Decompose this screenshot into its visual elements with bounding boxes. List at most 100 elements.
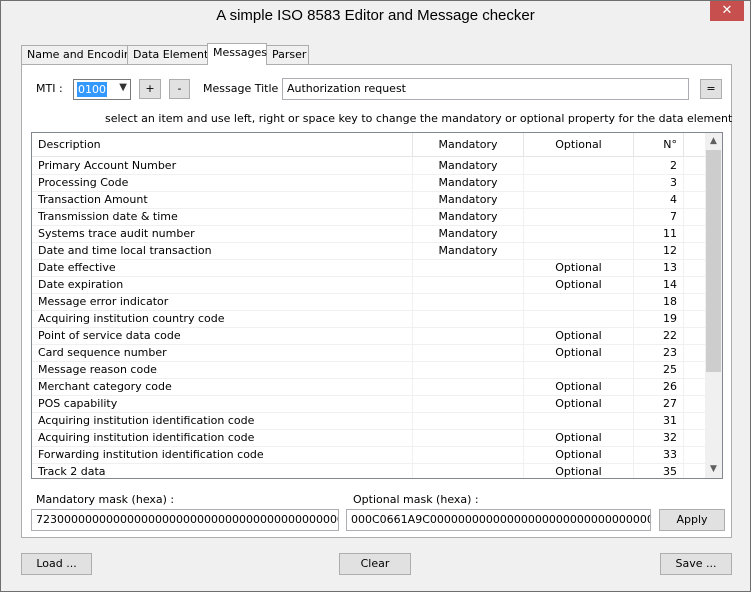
scrollbar-thumb[interactable] bbox=[706, 150, 721, 372]
column-header-description[interactable]: Description bbox=[32, 133, 413, 156]
element-description: Track 2 data bbox=[32, 463, 413, 478]
message-title-label: Message Title : bbox=[203, 82, 286, 95]
messages-panel: MTI : 0100 ▼ + - Message Title : Authori… bbox=[21, 64, 732, 538]
mandatory-cell bbox=[413, 429, 524, 446]
element-number: 25 bbox=[634, 361, 684, 378]
mti-select[interactable]: 0100 ▼ bbox=[73, 79, 131, 100]
list-header: Description Mandatory Optional N° bbox=[32, 133, 705, 157]
mti-selected-value: 0100 bbox=[77, 82, 107, 97]
list-item[interactable]: Forwarding institution identification co… bbox=[32, 446, 705, 464]
optional-cell: Optional bbox=[524, 463, 634, 478]
optional-cell: Optional bbox=[524, 446, 634, 463]
scroll-up-icon[interactable]: ▲ bbox=[705, 133, 722, 150]
optional-cell bbox=[524, 310, 634, 327]
tab-parser[interactable]: Parser bbox=[266, 45, 309, 64]
element-number: 23 bbox=[634, 344, 684, 361]
element-number: 12 bbox=[634, 242, 684, 259]
column-header-optional[interactable]: Optional bbox=[524, 133, 634, 156]
list-item[interactable]: Date effective Optional 13 bbox=[32, 259, 705, 277]
save-button[interactable]: Save ... bbox=[660, 553, 732, 575]
element-number: 27 bbox=[634, 395, 684, 412]
optional-cell bbox=[524, 208, 634, 225]
scroll-down-icon[interactable]: ▼ bbox=[705, 461, 722, 478]
optional-cell bbox=[524, 174, 634, 191]
mandatory-cell bbox=[413, 293, 524, 310]
element-number: 11 bbox=[634, 225, 684, 242]
optional-cell bbox=[524, 361, 634, 378]
load-button[interactable]: Load ... bbox=[21, 553, 92, 575]
window-title: A simple ISO 8583 Editor and Message che… bbox=[216, 7, 535, 24]
mandatory-cell: Mandatory bbox=[413, 225, 524, 242]
list-item[interactable]: Acquiring institution identification cod… bbox=[32, 412, 705, 430]
element-number: 18 bbox=[634, 293, 684, 310]
list-item[interactable]: Primary Account Number Mandatory 2 bbox=[32, 157, 705, 175]
mandatory-cell bbox=[413, 344, 524, 361]
element-number: 19 bbox=[634, 310, 684, 327]
element-number: 3 bbox=[634, 174, 684, 191]
vertical-scrollbar[interactable]: ▲ ▼ bbox=[705, 133, 722, 478]
list-item[interactable]: Message error indicator 18 bbox=[32, 293, 705, 311]
element-description: Card sequence number bbox=[32, 344, 413, 361]
mandatory-mask-label: Mandatory mask (hexa) : bbox=[36, 493, 175, 506]
mandatory-cell bbox=[413, 378, 524, 395]
mandatory-mask-input[interactable]: 7230000000000000000000000000000000000000… bbox=[31, 509, 339, 531]
tab-name-and-encoding[interactable]: Name and Encoding bbox=[21, 45, 138, 64]
mandatory-cell bbox=[413, 446, 524, 463]
list-item[interactable]: Transaction Amount Mandatory 4 bbox=[32, 191, 705, 209]
element-description: Message error indicator bbox=[32, 293, 413, 310]
list-item[interactable]: Message reason code 25 bbox=[32, 361, 705, 379]
element-description: Date expiration bbox=[32, 276, 413, 293]
column-header-number[interactable]: N° bbox=[634, 133, 684, 156]
list-item[interactable]: Transmission date & time Mandatory 7 bbox=[32, 208, 705, 226]
tab-data-elements[interactable]: Data Elements bbox=[127, 45, 214, 64]
element-description: Date and time local transaction bbox=[32, 242, 413, 259]
list-item[interactable]: Track 2 data Optional 35 bbox=[32, 463, 705, 478]
optional-mask-input[interactable]: 000C0661A9C00000000000000000000000000000… bbox=[346, 509, 651, 531]
list-item[interactable]: Date expiration Optional 14 bbox=[32, 276, 705, 294]
optional-mask-label: Optional mask (hexa) : bbox=[353, 493, 479, 506]
chevron-down-icon: ▼ bbox=[119, 82, 127, 93]
main-window: A simple ISO 8583 Editor and Message che… bbox=[0, 0, 751, 592]
optional-cell: Optional bbox=[524, 378, 634, 395]
element-description: Processing Code bbox=[32, 174, 413, 191]
element-description: Transmission date & time bbox=[32, 208, 413, 225]
list-item[interactable]: Acquiring institution country code 19 bbox=[32, 310, 705, 328]
add-mti-button[interactable]: + bbox=[139, 79, 161, 99]
optional-cell bbox=[524, 293, 634, 310]
optional-cell: Optional bbox=[524, 395, 634, 412]
mandatory-cell: Mandatory bbox=[413, 157, 524, 174]
optional-cell bbox=[524, 191, 634, 208]
tab-messages[interactable]: Messages bbox=[207, 43, 267, 65]
message-title-input[interactable]: Authorization request bbox=[282, 78, 689, 100]
title-bar: A simple ISO 8583 Editor and Message che… bbox=[1, 1, 750, 32]
element-number: 13 bbox=[634, 259, 684, 276]
column-header-mandatory[interactable]: Mandatory bbox=[413, 133, 524, 156]
element-description: Acquiring institution identification cod… bbox=[32, 412, 413, 429]
equals-button[interactable]: = bbox=[700, 79, 722, 99]
list-item[interactable]: Acquiring institution identification cod… bbox=[32, 429, 705, 447]
close-button[interactable]: ✕ bbox=[710, 1, 744, 21]
list-item[interactable]: Point of service data code Optional 22 bbox=[32, 327, 705, 345]
list-item[interactable]: Merchant category code Optional 26 bbox=[32, 378, 705, 396]
mandatory-cell: Mandatory bbox=[413, 242, 524, 259]
clear-button[interactable]: Clear bbox=[339, 553, 411, 575]
list-item[interactable]: Date and time local transaction Mandatory… bbox=[32, 242, 705, 260]
list-item[interactable]: Processing Code Mandatory 3 bbox=[32, 174, 705, 192]
list-item[interactable]: POS capability Optional 27 bbox=[32, 395, 705, 413]
element-description: POS capability bbox=[32, 395, 413, 412]
data-elements-list[interactable]: Description Mandatory Optional N° Primar… bbox=[31, 132, 723, 479]
element-number: 14 bbox=[634, 276, 684, 293]
mandatory-cell: Mandatory bbox=[413, 191, 524, 208]
apply-button[interactable]: Apply bbox=[659, 509, 725, 531]
list-item[interactable]: Card sequence number Optional 23 bbox=[32, 344, 705, 362]
mandatory-cell: Mandatory bbox=[413, 208, 524, 225]
mandatory-cell bbox=[413, 310, 524, 327]
mandatory-cell bbox=[413, 412, 524, 429]
remove-mti-button[interactable]: - bbox=[169, 79, 190, 99]
element-number: 7 bbox=[634, 208, 684, 225]
element-number: 31 bbox=[634, 412, 684, 429]
list-item[interactable]: Systems trace audit number Mandatory 11 bbox=[32, 225, 705, 243]
element-description: Forwarding institution identification co… bbox=[32, 446, 413, 463]
instructions-text: select an item and use left, right or sp… bbox=[105, 112, 733, 125]
mandatory-cell bbox=[413, 259, 524, 276]
